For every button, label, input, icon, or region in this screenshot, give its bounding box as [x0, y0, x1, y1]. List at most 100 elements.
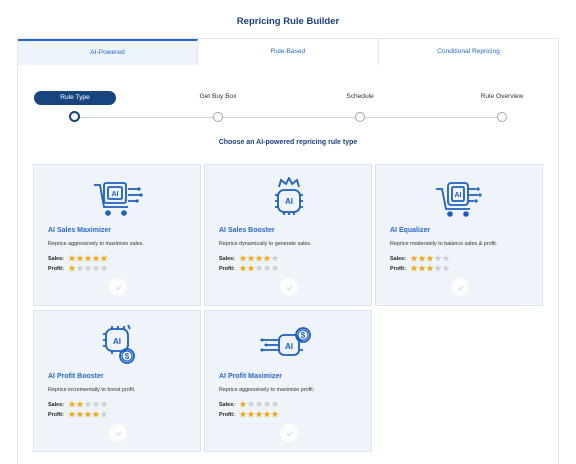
- select-check-icon[interactable]: [109, 278, 127, 296]
- tab-bar: AI-Powered Rule-Based Conditional Repric…: [18, 39, 558, 65]
- star-filled-icon: ★: [271, 410, 279, 419]
- star-filled-icon: ★: [239, 410, 247, 419]
- star-empty-icon: ★: [271, 254, 279, 263]
- star-filled-icon: ★: [68, 410, 76, 419]
- star-filled-icon: ★: [263, 410, 271, 419]
- star-filled-icon: ★: [410, 264, 418, 273]
- star-empty-icon: ★: [442, 264, 450, 273]
- rule-card-ai-profit-maximizer[interactable]: AI $ AI Profit Maximizer Reprice aggress…: [204, 310, 372, 452]
- sales-label: Sales:: [219, 256, 235, 262]
- profit-label: Profit:: [48, 266, 64, 272]
- svg-text:AI: AI: [285, 342, 293, 351]
- ai-cart-icon: AI: [88, 177, 148, 221]
- star-filled-icon: ★: [76, 400, 84, 409]
- star-filled-icon: ★: [68, 254, 76, 263]
- step-dot-schedule[interactable]: [355, 112, 365, 122]
- sales-rating-row: Sales: ★ ★ ★ ★ ★: [390, 255, 450, 263]
- star-empty-icon: ★: [271, 264, 279, 273]
- svg-text:AI: AI: [112, 191, 119, 198]
- sales-stars: ★ ★ ★ ★ ★: [68, 401, 108, 409]
- select-check-icon[interactable]: [109, 424, 127, 442]
- profit-rating-row: Profit: ★ ★ ★ ★ ★: [48, 411, 108, 419]
- star-empty-icon: ★: [271, 400, 279, 409]
- rule-card-ai-equalizer[interactable]: AI AI Equalizer Reprice moderately to ba…: [375, 164, 543, 306]
- step-dot-rule-type[interactable]: [69, 111, 80, 122]
- star-empty-icon: ★: [434, 254, 442, 263]
- profit-rating-row: Profit: ★ ★ ★ ★ ★: [219, 411, 279, 419]
- star-empty-icon: ★: [255, 264, 263, 273]
- profit-rating-row: Profit: ★ ★ ★ ★ ★: [390, 265, 450, 273]
- stepper-line: [73, 117, 503, 118]
- star-filled-icon: ★: [247, 264, 255, 273]
- sales-rating-row: Sales: ★ ★ ★ ★ ★: [48, 401, 108, 409]
- tab-conditional-repricing[interactable]: Conditional Repricing: [379, 39, 558, 65]
- tab-rule-based[interactable]: Rule-Based: [198, 39, 379, 65]
- star-filled-icon: ★: [239, 254, 247, 263]
- profit-stars: ★ ★ ★ ★ ★: [239, 411, 279, 419]
- rule-card-ai-sales-booster[interactable]: AI AI Sales Booster Reprice dynamically …: [204, 164, 372, 306]
- star-filled-icon: ★: [255, 254, 263, 263]
- star-empty-icon: ★: [84, 400, 92, 409]
- ai-dollar-chip-icon: AI $: [259, 323, 319, 367]
- step-dot-get-buy-box[interactable]: [213, 112, 223, 122]
- star-filled-icon: ★: [426, 254, 434, 263]
- rule-card-ai-sales-maximizer[interactable]: AI AI Sales Maximizer Reprice aggressive…: [33, 164, 201, 306]
- tab-ai-powered[interactable]: AI-Powered: [18, 39, 198, 65]
- sales-label: Sales:: [390, 256, 406, 262]
- ai-crown-chip-icon: AI: [259, 175, 319, 221]
- star-filled-icon: ★: [255, 410, 263, 419]
- svg-text:AI: AI: [455, 192, 462, 199]
- star-filled-icon: ★: [84, 410, 92, 419]
- rule-builder-panel: AI-Powered Rule-Based Conditional Repric…: [17, 38, 559, 464]
- profit-rating-row: Profit: ★ ★ ★ ★ ★: [219, 265, 279, 273]
- star-filled-icon: ★: [418, 254, 426, 263]
- star-filled-icon: ★: [84, 254, 92, 263]
- ai-cart-icon: AI: [430, 177, 490, 221]
- card-description: Reprice incrementally to boost profit.: [48, 387, 136, 393]
- star-empty-icon: ★: [263, 264, 271, 273]
- star-empty-icon: ★: [76, 264, 84, 273]
- svg-text:AI: AI: [113, 337, 121, 346]
- profit-stars: ★ ★ ★ ★ ★: [410, 265, 450, 273]
- step-dot-rule-overview[interactable]: [497, 112, 507, 122]
- star-filled-icon: ★: [263, 254, 271, 263]
- star-filled-icon: ★: [418, 264, 426, 273]
- sales-stars: ★ ★ ★ ★ ★: [239, 401, 279, 409]
- svg-text:$: $: [125, 352, 130, 361]
- select-check-icon[interactable]: [280, 424, 298, 442]
- star-empty-icon: ★: [92, 400, 100, 409]
- star-filled-icon: ★: [100, 254, 108, 263]
- step-rule-type[interactable]: Rule Type: [34, 91, 116, 105]
- step-get-buy-box[interactable]: Get Buy Box: [178, 93, 258, 100]
- star-empty-icon: ★: [263, 400, 271, 409]
- section-subtitle: Choose an AI-powered repricing rule type: [218, 139, 358, 146]
- star-filled-icon: ★: [92, 254, 100, 263]
- star-filled-icon: ★: [68, 264, 76, 273]
- ai-dollar-chip-icon: AI $: [88, 323, 148, 367]
- card-description: Reprice moderately to balance sales & pr…: [390, 241, 498, 247]
- star-empty-icon: ★: [255, 400, 263, 409]
- sales-stars: ★ ★ ★ ★ ★: [68, 255, 108, 263]
- rule-card-ai-profit-booster[interactable]: AI $ AI Profit Booster Reprice increment…: [33, 310, 201, 452]
- sales-stars: ★ ★ ★ ★ ★: [239, 255, 279, 263]
- profit-label: Profit:: [219, 266, 235, 272]
- star-filled-icon: ★: [239, 400, 247, 409]
- card-title: AI Sales Maximizer: [48, 227, 112, 234]
- profit-label: Profit:: [219, 412, 235, 418]
- step-rule-overview[interactable]: Rule Overview: [462, 93, 542, 100]
- star-filled-icon: ★: [68, 400, 76, 409]
- sales-rating-row: Sales: ★ ★ ★ ★ ★: [48, 255, 108, 263]
- select-check-icon[interactable]: [280, 278, 298, 296]
- sales-rating-row: Sales: ★ ★ ★ ★ ★: [219, 255, 279, 263]
- star-empty-icon: ★: [92, 264, 100, 273]
- profit-stars: ★ ★ ★ ★ ★: [68, 411, 108, 419]
- star-filled-icon: ★: [426, 264, 434, 273]
- card-description: Reprice aggressively to maximize sales.: [48, 241, 144, 247]
- svg-text:AI: AI: [285, 197, 293, 206]
- star-filled-icon: ★: [76, 410, 84, 419]
- step-schedule[interactable]: Schedule: [320, 93, 400, 100]
- card-title: AI Profit Maximizer: [219, 373, 283, 380]
- profit-label: Profit:: [390, 266, 406, 272]
- profit-stars: ★ ★ ★ ★ ★: [68, 265, 108, 273]
- select-check-icon[interactable]: [451, 278, 469, 296]
